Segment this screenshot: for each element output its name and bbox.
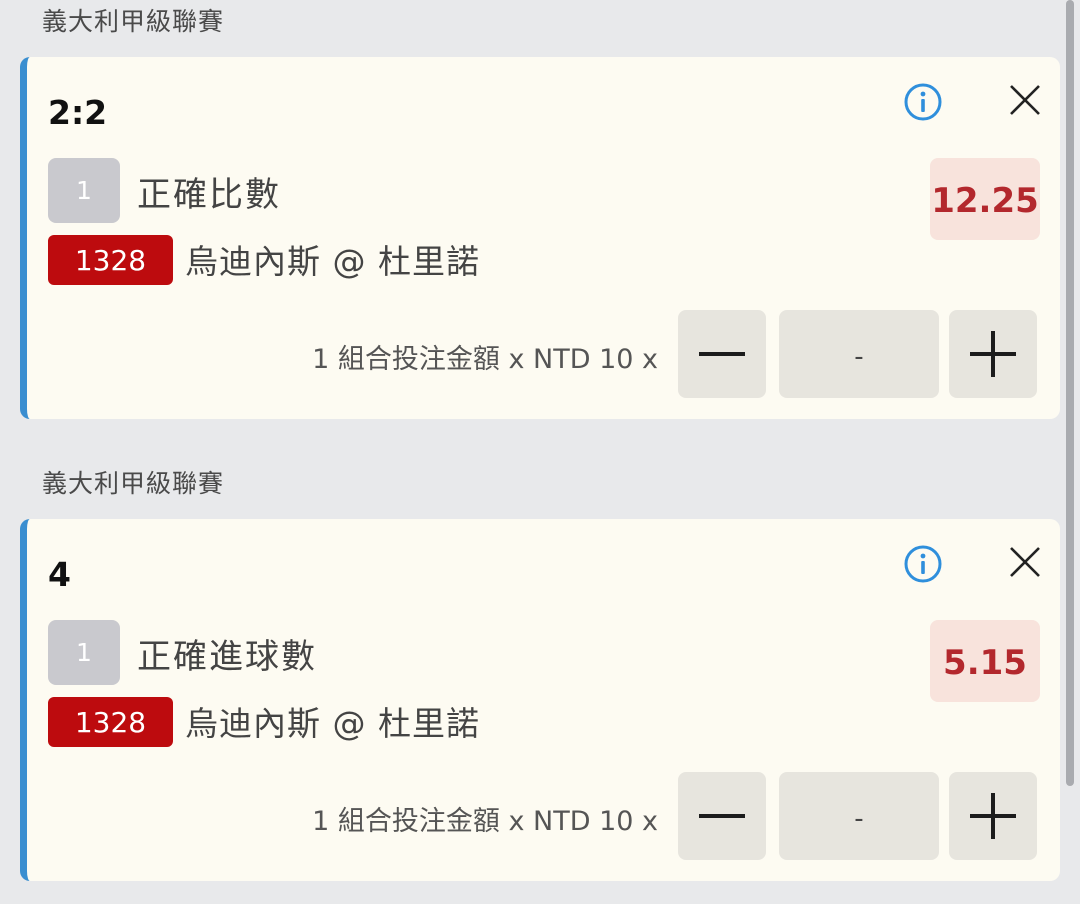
selection-label: 2:2 [48, 93, 108, 132]
stake-label: 1 組合投注金額 x NTD 10 x [312, 806, 658, 837]
leg-number-badge: 1 [48, 158, 120, 223]
match-name: 烏迪內斯 @ 杜里諾 [185, 242, 480, 281]
minus-icon [699, 352, 745, 356]
stake-input[interactable] [779, 310, 939, 398]
odds-value: 12.25 [930, 158, 1040, 240]
match-code-badge: 1328 [48, 697, 173, 747]
increase-stake-button[interactable] [949, 772, 1037, 860]
plus-icon [970, 793, 1016, 839]
selection-label: 4 [48, 555, 71, 594]
market-name: 正確比數 [137, 175, 281, 215]
market-name: 正確進球數 [137, 637, 317, 677]
scrollbar[interactable] [1066, 0, 1074, 786]
league-name: 義大利甲級聯賽 [42, 469, 225, 498]
decrease-stake-button[interactable] [678, 310, 766, 398]
leg-number-badge: 1 [48, 620, 120, 685]
minus-icon [699, 814, 745, 818]
stake-label: 1 組合投注金額 x NTD 10 x [312, 344, 658, 375]
plus-icon [970, 331, 1016, 377]
bet-card: 4 1 正確進球數 5.15 1328 烏迪內斯 @ 杜里諾 1 組合投注金額 … [20, 519, 1060, 881]
decrease-stake-button[interactable] [678, 772, 766, 860]
bet-card: 2:2 1 正確比數 12.25 1328 烏迪內斯 @ 杜里諾 1 組合投注金… [20, 57, 1060, 419]
league-name: 義大利甲級聯賽 [42, 7, 225, 36]
match-name: 烏迪內斯 @ 杜里諾 [185, 704, 480, 743]
close-icon[interactable] [1007, 82, 1043, 118]
close-icon[interactable] [1007, 544, 1043, 580]
odds-value: 5.15 [930, 620, 1040, 702]
bet-slip: 義大利甲級聯賽 2:2 1 正確比數 12.25 1328 烏迪內斯 @ 杜里諾… [0, 0, 1080, 904]
stake-input[interactable] [779, 772, 939, 860]
info-icon[interactable] [903, 82, 943, 122]
match-code-badge: 1328 [48, 235, 173, 285]
increase-stake-button[interactable] [949, 310, 1037, 398]
info-icon[interactable] [903, 544, 943, 584]
